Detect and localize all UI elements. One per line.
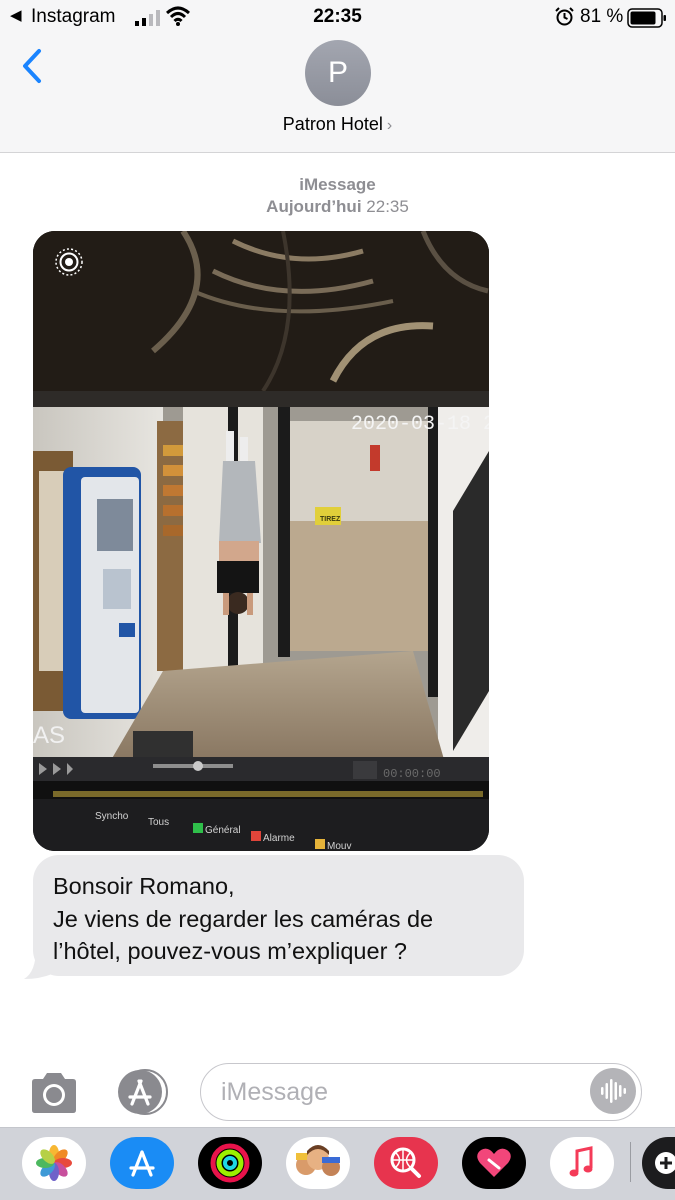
status-bar: ◀ Instagram 22:35 81 % xyxy=(0,0,675,34)
message-meta: iMessage Aujourd’hui 22:35 xyxy=(0,174,675,218)
cctv-monitor-photo: 2020-03-18 2 TIREZ AS 00:00:00 Syncho To… xyxy=(33,231,489,851)
camera-icon[interactable] xyxy=(28,1072,80,1114)
message-line: l’hôtel, pouvez-vous m’expliquer ? xyxy=(53,938,407,964)
battery-percent: 81 % xyxy=(580,6,624,27)
conversation-header: ◀ Instagram 22:35 81 % P Patron Hotel › xyxy=(0,0,675,153)
message-input[interactable] xyxy=(221,1076,581,1108)
overlay-letters: AS xyxy=(33,722,65,749)
alarm-icon xyxy=(555,7,574,26)
activity-app-icon[interactable] xyxy=(198,1137,262,1189)
filter-tous: Tous xyxy=(148,817,169,828)
day-label: Aujourd’hui xyxy=(266,197,362,216)
filter-general: Général xyxy=(205,825,241,836)
message-line: Je viens de regarder les caméras de xyxy=(53,905,434,932)
contact-name: Patron Hotel xyxy=(282,114,383,134)
filter-synchro: Syncho xyxy=(95,811,129,822)
service-label: iMessage xyxy=(299,175,376,194)
playback-time: 00:00:00 xyxy=(383,767,441,781)
message-input-field[interactable] xyxy=(200,1063,642,1121)
app-store-icon[interactable] xyxy=(112,1067,174,1117)
web-search-app-icon[interactable] xyxy=(374,1137,438,1189)
memoji-app-icon[interactable] xyxy=(286,1137,350,1189)
camera-timestamp: 2020-03-18 2 xyxy=(351,413,489,436)
photos-app-icon[interactable] xyxy=(22,1137,86,1189)
voice-message-button[interactable] xyxy=(590,1068,636,1114)
photo-attachment[interactable]: 2020-03-18 2 TIREZ AS 00:00:00 Syncho To… xyxy=(33,231,489,851)
waveform-icon xyxy=(601,1079,626,1103)
back-button[interactable] xyxy=(17,46,47,86)
avatar-initial: P xyxy=(327,56,348,89)
battery-icon xyxy=(627,8,666,28)
heart-app-icon[interactable] xyxy=(462,1137,526,1189)
time-label: 22:35 xyxy=(366,197,409,216)
message-line: Bonsoir Romano, xyxy=(53,873,235,899)
contact-avatar[interactable]: P xyxy=(305,40,371,106)
filter-alarme: Alarme xyxy=(263,833,295,844)
live-photo-icon xyxy=(55,248,83,276)
chevron-right-icon: › xyxy=(386,117,393,134)
filter-mouv: Mouv xyxy=(327,841,351,851)
contact-name-button[interactable]: Patron Hotel › xyxy=(0,114,675,135)
drawer-divider xyxy=(630,1142,631,1182)
appstore-app-icon[interactable] xyxy=(110,1137,174,1189)
door-sign-text: TIREZ xyxy=(320,516,341,523)
received-message-bubble[interactable]: Bonsoir Romano, Je viens de regarder les… xyxy=(33,855,524,976)
music-app-icon[interactable] xyxy=(550,1137,614,1189)
